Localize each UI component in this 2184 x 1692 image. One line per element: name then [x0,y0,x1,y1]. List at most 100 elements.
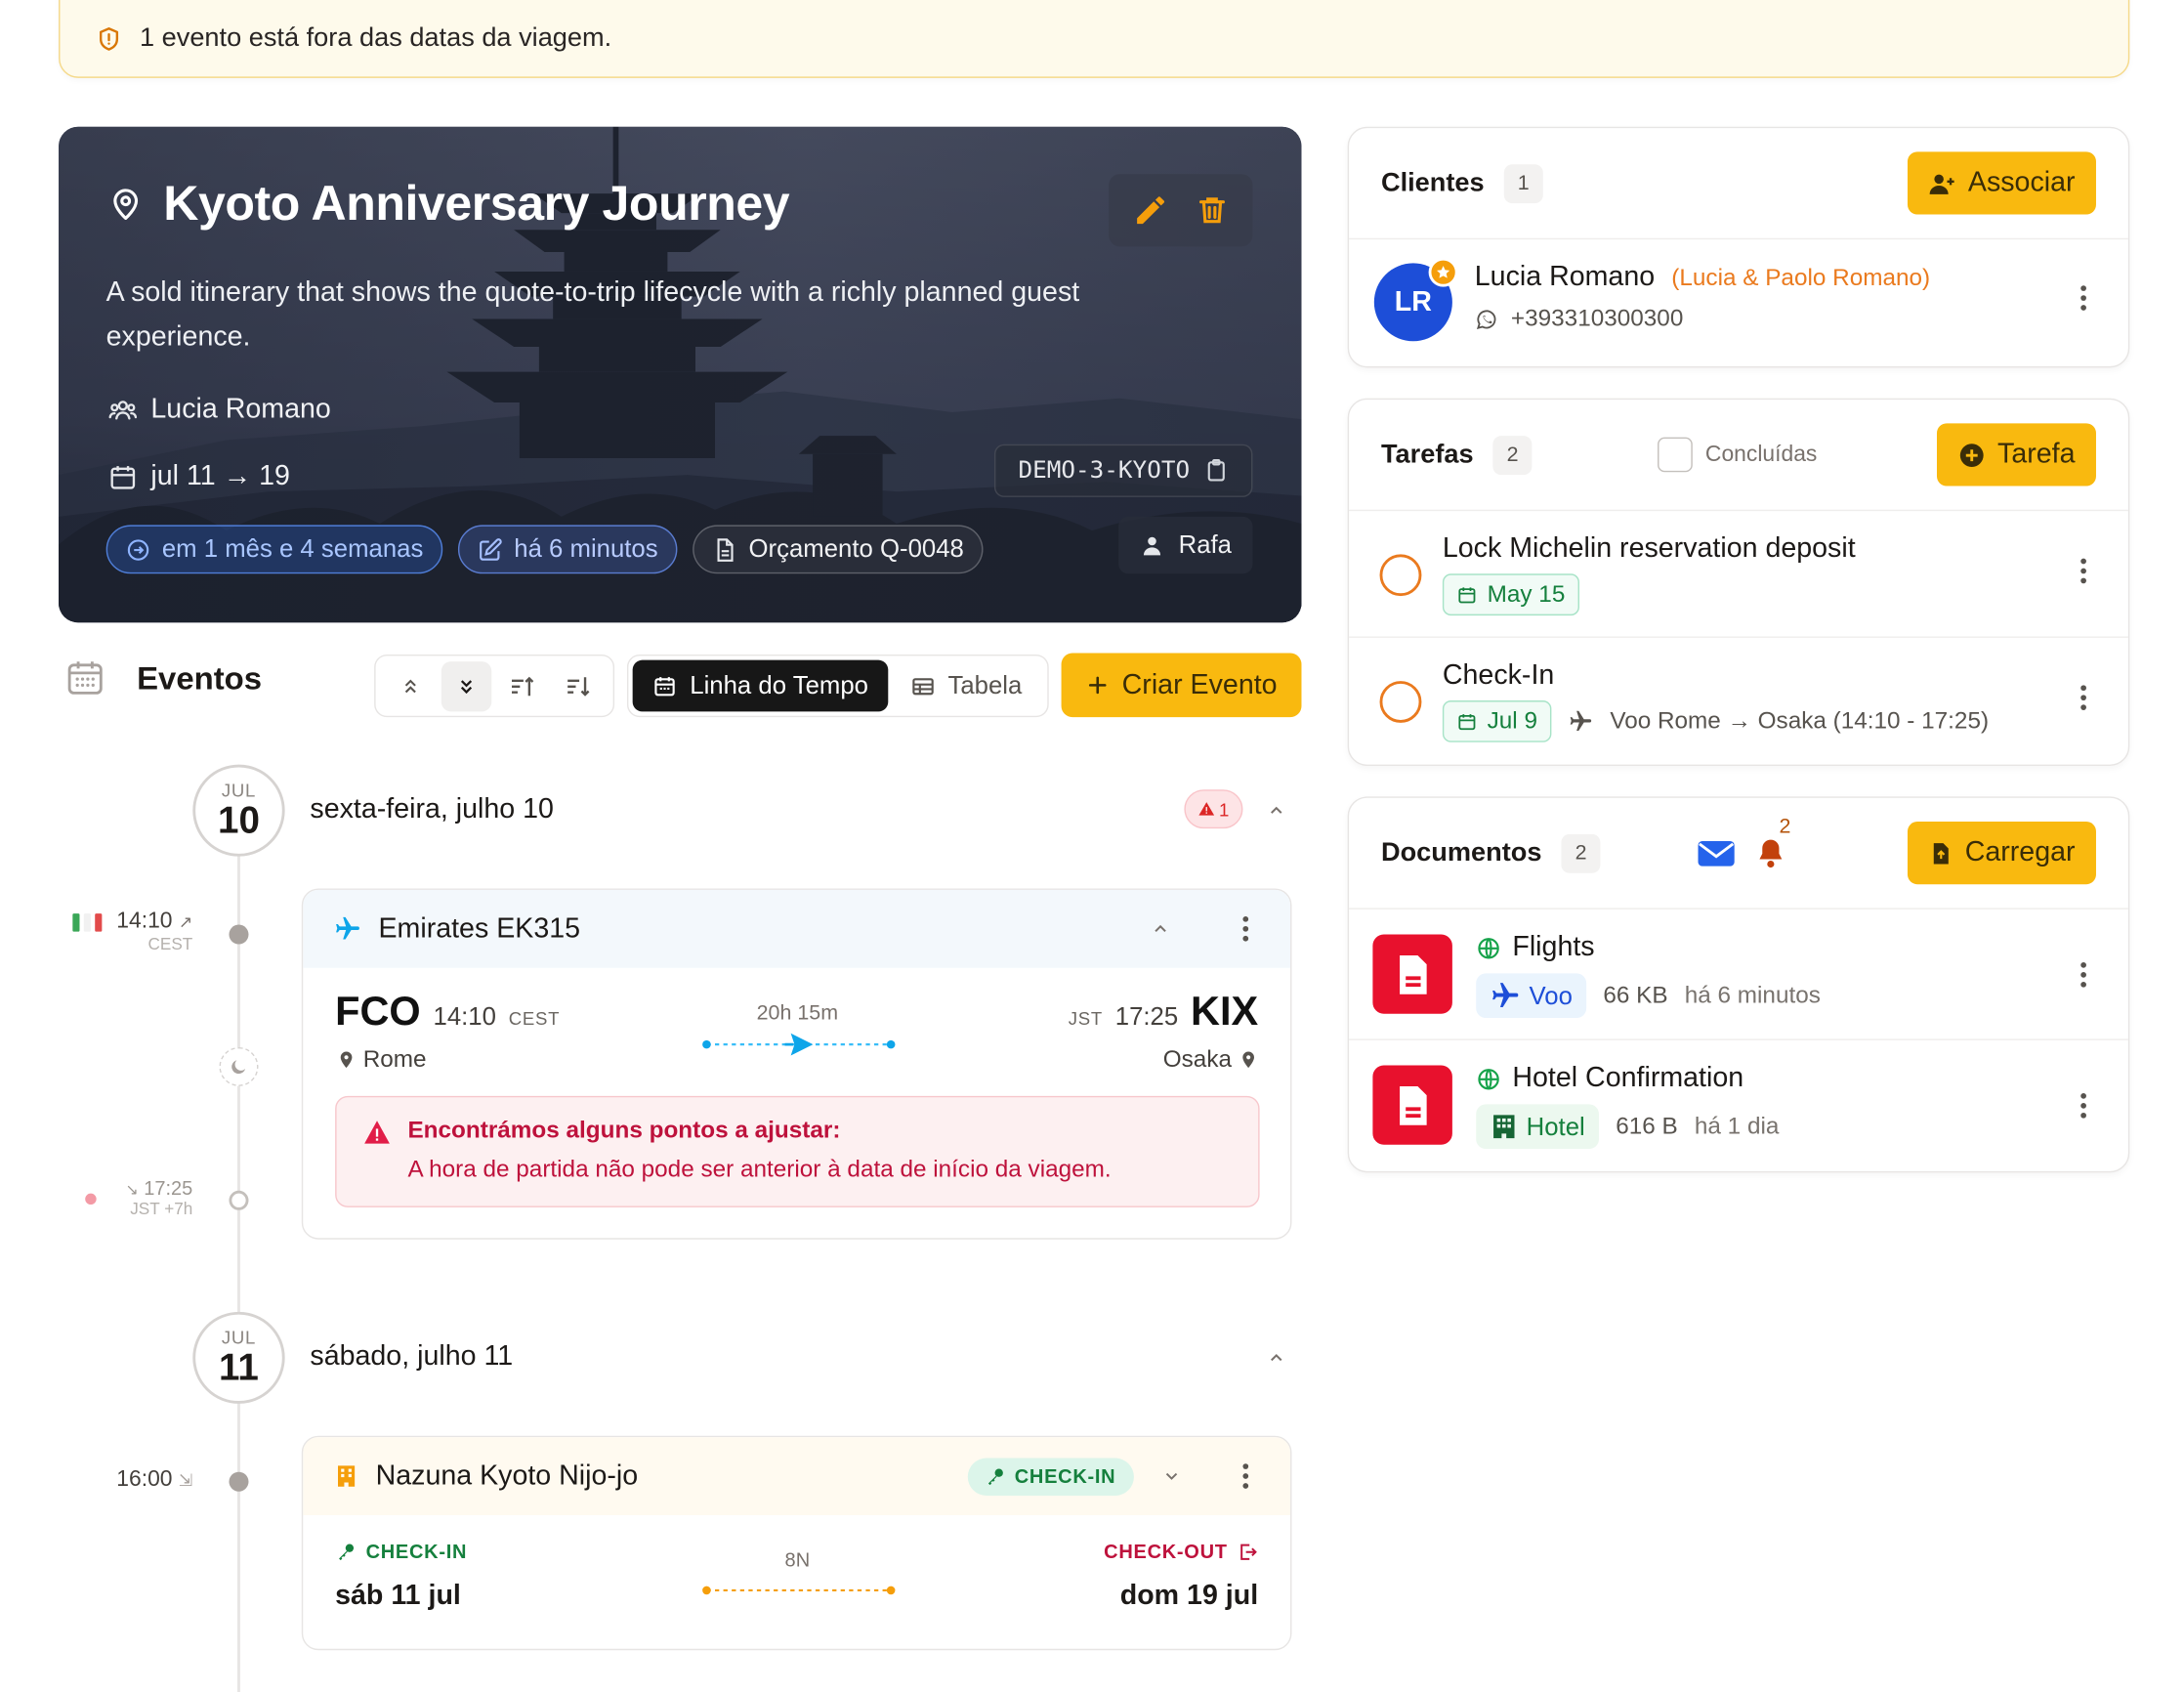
hotel-building-icon [1493,1115,1515,1139]
view-toggle: Linha do Tempo Tabela [626,654,1049,718]
document-size: 616 B [1616,1112,1678,1140]
task-title: Lock Michelin reservation deposit [1442,532,1856,565]
flight-duration: 20h 15m [756,1000,839,1026]
day-marker: JUL 11 [192,1311,285,1404]
create-event-button[interactable]: Criar Evento [1061,653,1302,718]
chevron-down-icon[interactable] [1162,1466,1182,1486]
hotel-menu-button[interactable] [1232,1463,1260,1489]
day-error-count: 1 [1218,798,1230,820]
collapse-day-icon[interactable] [1267,801,1286,821]
document-row[interactable]: Hotel Confirmation Hotel 616 B há 1 dia [1349,1040,2128,1171]
task-status-toggle[interactable] [1379,554,1422,597]
sort-descending-button[interactable] [553,660,603,710]
flight-menu-button[interactable] [1232,915,1260,942]
task-row[interactable]: Lock Michelin reservation deposit May 15 [1349,511,2128,638]
upload-label: Carregar [1964,836,2076,868]
sort-descending-icon [567,676,590,697]
trash-icon [1198,197,1225,224]
tasks-panel: Tarefas 2 Concluídas Tarefa Lock Micheli… [1347,398,2130,767]
client-initials: LR [1394,285,1432,317]
check-in-status-badge: CHECK-IN [967,1457,1134,1496]
task-due-date-text: May 15 [1487,580,1566,608]
task-row[interactable]: Check-In Jul 9 Voo Rome → Osaka (14:10 -… [1349,638,2128,765]
status-badge-text: CHECK-IN [1014,1464,1116,1488]
origin-time: 14:10 [433,1002,496,1031]
updated-text: há 6 minutos [514,534,658,563]
document-row[interactable]: Flights Voo 66 KB há 6 minutos [1349,909,2128,1040]
chevrons-up-icon [404,678,416,693]
error-title: Encontrámos alguns pontos a ajustar: [407,1117,841,1144]
destination-city: Osaka [1162,1045,1232,1073]
trip-actions [1109,174,1253,247]
clients-title: Clientes [1380,167,1485,197]
collapse-day-icon[interactable] [1267,1348,1286,1368]
collapse-all-button[interactable] [386,660,436,710]
table-view-button[interactable]: Tabela [891,660,1041,712]
collapse-card-icon[interactable] [1151,919,1170,939]
notifications-button[interactable]: 2 [1754,814,1790,869]
destination-tz: JST [1068,1008,1103,1030]
table-view-label: Tabela [947,671,1023,699]
japan-flag-icon [85,1193,97,1206]
flight-validation-error: Encontrámos alguns pontos a ajustar: A h… [335,1095,1260,1207]
client-menu-button[interactable] [2070,285,2098,311]
clients-header: Clientes 1 Associar [1349,128,2128,240]
edit-trip-button[interactable] [1133,192,1169,229]
quote-tag[interactable]: Orçamento Q-0048 [693,525,984,574]
hotel-time: 16:00 [116,1467,173,1492]
associate-client-button[interactable]: Associar [1908,151,2096,215]
tasks-title: Tarefas [1380,439,1474,469]
flight-route: FCO 14:10 CEST Rome 20h 15m JST 17:25 KI… [303,968,1290,1093]
origin-tz: CEST [508,1008,561,1030]
departure-time-left: 14:10 ↗ CEST [106,909,192,954]
document-menu-button[interactable] [2070,962,2098,988]
task-menu-button[interactable] [2070,558,2098,584]
sort-ascending-button[interactable] [497,660,547,710]
whatsapp-icon [1476,309,1496,329]
calendar-icon [654,676,675,696]
day-number: 11 [219,1346,259,1389]
shield-alert-icon [99,27,119,51]
client-name-row: Lucia Romano (Lucia & Paolo Romano) [1475,262,1930,294]
add-task-button[interactable]: Tarefa [1937,423,2096,486]
task-menu-button[interactable] [2070,685,2098,711]
arrow-down-right-icon: ↘ [125,1182,139,1200]
client-group: (Lucia & Paolo Romano) [1671,264,1931,291]
trip-owner[interactable]: Rafa [1118,516,1253,574]
document-menu-button[interactable] [2070,1093,2098,1119]
trip-client-name: Lucia Romano [150,394,331,425]
documents-header: Documentos 2 2 Carregar [1349,798,2128,909]
document-title-row: Flights [1476,932,1595,964]
upload-document-button[interactable]: Carregar [1908,822,2096,885]
alert-triangle-icon [364,1121,390,1144]
destination-city-row: Osaka [1163,1046,1258,1075]
warning-text: 1 evento está fora das datas da viagem. [139,23,612,54]
client-row[interactable]: LR Lucia Romano (Lucia & Paolo Romano) +… [1349,239,2128,366]
documents-title: Documentos [1380,837,1542,867]
task-date-row: May 15 [1442,573,1579,616]
task-linked-event[interactable]: Voo Rome → Osaka (14:10 - 17:25) [1610,707,1989,736]
timeline-dot-hollow [229,1190,249,1210]
completed-filter[interactable]: Concluídas [1658,437,1817,473]
plus-icon [1089,676,1108,695]
day-number: 10 [217,799,260,842]
trip-dates: jul 11 → 19 [107,461,290,493]
clients-panel: Clientes 1 Associar LR Lucia Romano (Luc… [1347,126,2130,368]
create-event-label: Criar Evento [1121,668,1278,700]
mail-icon[interactable] [1697,837,1736,867]
completed-checkbox[interactable] [1658,437,1694,473]
day-error-badge[interactable]: 1 [1184,789,1243,829]
trip-title-row: Kyoto Anniversary Journey [107,177,790,233]
check-in-label: CHECK-IN [365,1540,468,1563]
map-pin-icon [113,189,139,220]
delete-trip-button[interactable] [1195,192,1228,229]
map-pin-icon [1242,1051,1254,1069]
flight-event-card[interactable]: Emirates EK315 FCO 14:10 CEST Rome 20h 1… [301,888,1292,1240]
app-root: 1 evento está fora das datas da viagem. [0,0,2184,1692]
hotel-event-card[interactable]: Nazuna Kyoto Nijo-jo CHECK-IN CHECK-IN s… [301,1435,1292,1651]
task-status-toggle[interactable] [1379,681,1422,723]
expand-all-button[interactable] [441,660,492,711]
timeline-view-button[interactable]: Linha do Tempo [632,659,888,712]
trip-code[interactable]: DEMO-3-KYOTO [994,444,1253,497]
flight-path-graphic [702,1033,896,1056]
